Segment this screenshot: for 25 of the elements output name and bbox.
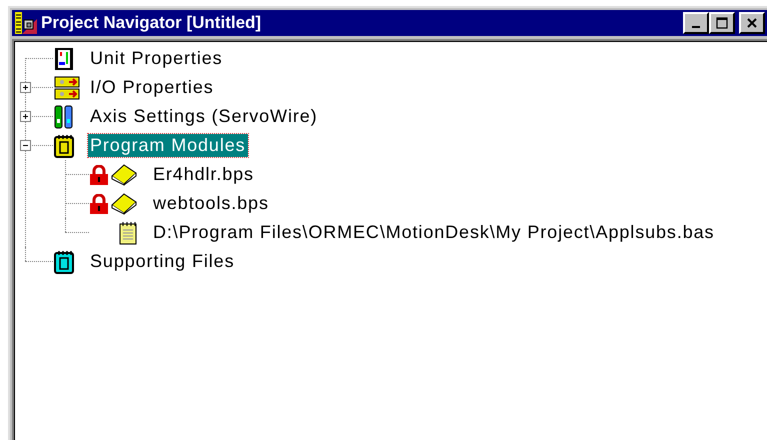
app-icon bbox=[15, 12, 37, 34]
tree-item[interactable]: Unit Properties bbox=[88, 47, 225, 70]
tree-item[interactable]: Er4hdlr.bps bbox=[151, 163, 256, 186]
notebook-icon bbox=[54, 134, 74, 158]
collapse-toggle[interactable] bbox=[20, 140, 31, 151]
window-title: Project Navigator [Untitled] bbox=[41, 13, 262, 33]
tree-item[interactable]: I/O Properties bbox=[88, 76, 216, 99]
tree-item[interactable]: D:\Program Files\ORMEC\MotionDesk\My Project\Applsubs.bas bbox=[151, 221, 716, 244]
maximize-icon bbox=[716, 17, 728, 29]
close-button[interactable] bbox=[739, 12, 765, 34]
tree-item[interactable]: Axis Settings (ServoWire) bbox=[88, 105, 320, 128]
maximize-button[interactable] bbox=[709, 12, 735, 34]
close-icon bbox=[746, 17, 758, 29]
plus-icon bbox=[21, 83, 30, 92]
minimize-button[interactable] bbox=[683, 12, 709, 34]
notebook-icon bbox=[54, 250, 74, 274]
io-icon bbox=[54, 76, 80, 100]
tree-item[interactable]: webtools.bps bbox=[151, 192, 271, 215]
notepad-icon bbox=[119, 220, 137, 244]
tree-item[interactable]: Program Modules bbox=[88, 134, 248, 157]
tree-item[interactable]: Supporting Files bbox=[88, 250, 236, 273]
plus-icon bbox=[21, 112, 30, 121]
expand-toggle[interactable] bbox=[20, 82, 31, 93]
expand-toggle[interactable] bbox=[20, 111, 31, 122]
minimize-icon bbox=[692, 26, 700, 28]
